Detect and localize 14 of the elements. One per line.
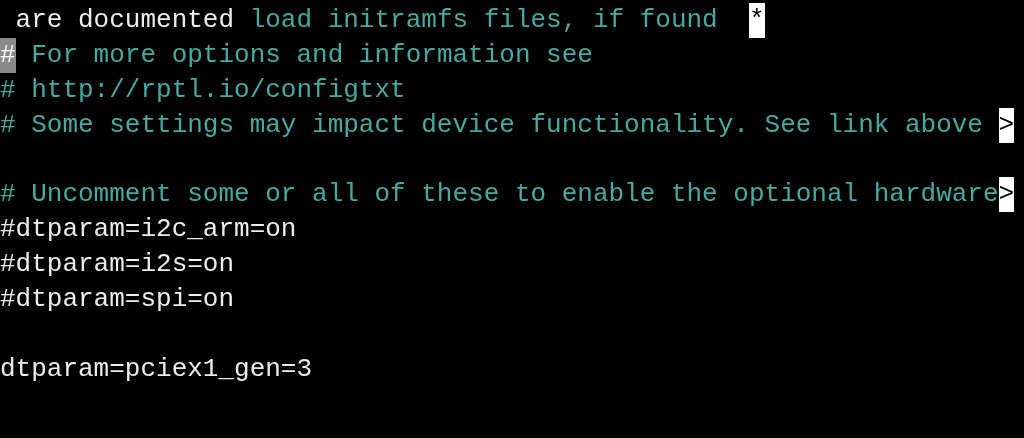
- comment-text: # http://rptl.io/configtxt: [0, 73, 406, 107]
- code-text: are documented: [14, 4, 235, 37]
- comment-text: For more options and information see: [30, 38, 593, 72]
- comment-text: # Some settings may impact device functionality. See link above: [0, 108, 984, 142]
- code-text: #dtparam=spi=on: [0, 283, 235, 317]
- comment-text: load initramfs files, if found: [248, 4, 719, 37]
- comment-text: # Uncomment some or all of these to enable the optional hardware: [0, 178, 999, 212]
- code-text: #dtparam=i2c_arm=on: [0, 213, 297, 247]
- overflow-marker: *: [748, 3, 765, 38]
- overflow-marker: >: [998, 177, 1015, 213]
- code-text: dtparam=pciex1_gen=3: [0, 352, 313, 386]
- overflow-marker: >: [998, 107, 1015, 143]
- cursor-text: #: [0, 37, 16, 73]
- code-text: #dtparam=i2s=on: [0, 248, 235, 282]
